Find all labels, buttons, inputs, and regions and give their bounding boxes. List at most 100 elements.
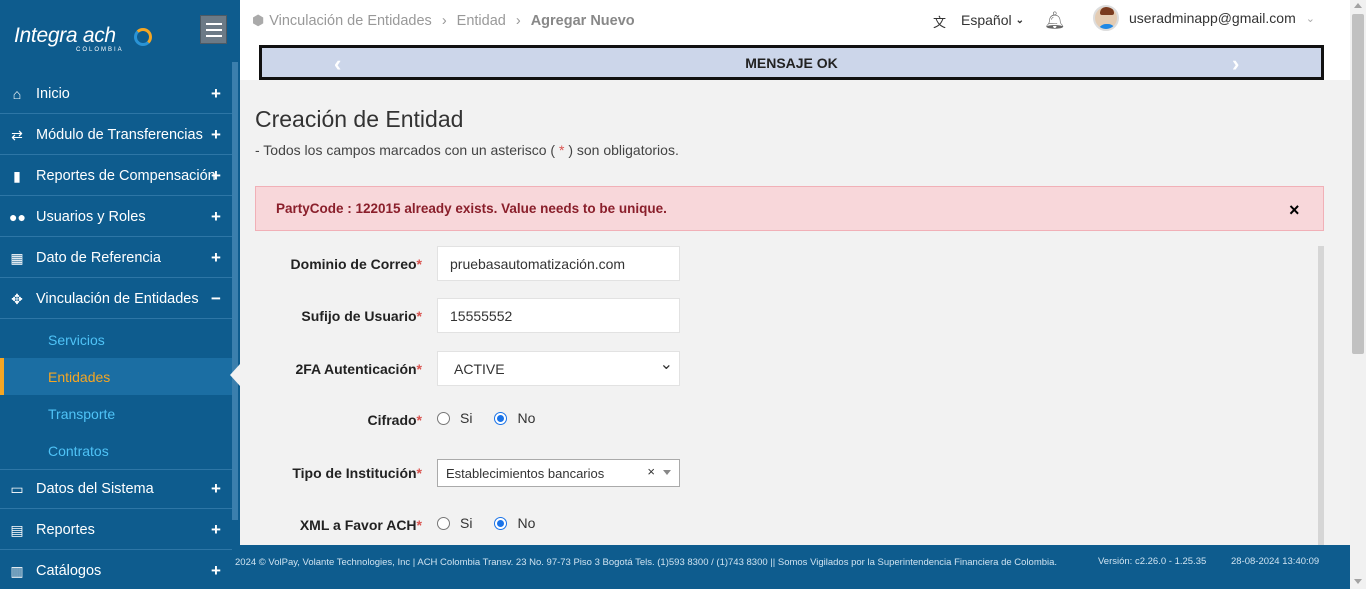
sidebar-scrollbar[interactable] [232,62,238,520]
sidebar-item-datos-sistema[interactable]: ▭ Datos del Sistema + [0,469,232,509]
header: ⬢ Vinculación de Entidades › Entidad › A… [240,0,1350,80]
user-suffix-input[interactable]: 15555552 [437,298,680,333]
logo-text: Integra ach [14,24,116,47]
translate-icon: 文 [933,15,947,30]
expand-icon[interactable]: + [211,561,221,581]
breadcrumb-separator: › [441,12,447,29]
notification-bell-icon[interactable]: 🔔︎ [1044,11,1066,31]
footer-datetime: 28-08-2024 13:40:09 [1231,556,1320,567]
cifrado-radio-si[interactable] [437,411,450,425]
expand-icon[interactable]: + [211,84,221,104]
sidebar-item-catalogos[interactable]: ▥ Catálogos + [0,551,232,589]
select-value: Establecimientos bancarios [446,465,605,481]
user-email: useradminapp@gmail.com [1129,10,1296,26]
sidebar-item-label: Inicio [36,85,70,102]
sidebar-subitem-entidades[interactable]: Entidades [0,358,232,395]
alert-message: PartyCode : 122015 already exists. Value… [276,201,667,216]
breadcrumb-item-current: Agregar Nuevo [530,12,635,29]
logo-swirl-icon [134,28,152,46]
close-icon[interactable]: × [1289,200,1300,221]
xml-radio-si[interactable] [437,516,450,530]
sidebar-item-label: Dato de Referencia [36,249,161,266]
language-selector[interactable]: 文 Español ⌄ [933,12,1024,30]
sidebar-item-transferencias[interactable]: ⇄ Módulo de Transferencias + [0,115,232,155]
sidebar-item-dato-referencia[interactable]: ▦ Dato de Referencia + [0,238,232,278]
subtitle-prefix: - Todos los campos marcados con un aster… [255,142,556,158]
dropdown-arrow-icon[interactable] [663,470,671,475]
sidebar-subitem-label: Entidades [48,368,111,385]
form-row-xml: XML a Favor ACH* Si No [255,507,1315,543]
hamburger-menu-icon[interactable] [200,15,227,44]
chevron-down-icon: ⌄ [1015,14,1024,26]
cifrado-radio-no[interactable] [494,411,508,425]
sidebar-item-label: Módulo de Transferencias [36,126,203,143]
scrollbar-thumb[interactable] [1352,14,1364,354]
expand-icon[interactable]: + [211,166,221,186]
subtitle-suffix: ) son obligatorios. [568,142,679,158]
footer: 2024 © VolPay, Volante Technologies, Inc… [232,545,1350,589]
sidebar-item-label: Vinculación de Entidades [36,290,199,307]
sidebar-item-label: Reportes de Compensación [36,167,216,184]
expand-icon[interactable]: + [211,207,221,227]
form-scrollbar[interactable] [1318,246,1324,545]
expand-icon[interactable]: + [211,248,221,268]
expand-icon[interactable]: + [211,520,221,540]
xml-radio-no[interactable] [494,516,508,530]
sidebar-subitem-label: Transporte [48,405,116,422]
field-label: Tipo de Institución* [292,465,422,481]
field-label: Cifrado* [367,412,422,428]
home-icon: ⌂ [12,85,22,102]
logo-subtext: COLOMBIA [76,47,124,53]
users-icon: ●● [9,208,26,225]
sidebar-subitem-label: Contratos [48,442,109,459]
sidebar-subitem-servicios[interactable]: Servicios [0,321,232,358]
prev-arrow-icon[interactable]: ‹ [334,51,341,77]
page-title: Creación de Entidad [255,106,464,132]
sidebar-subitem-transporte[interactable]: Transporte [0,395,232,432]
main-content: Creación de Entidad - Todos los campos m… [240,80,1350,545]
scroll-up-icon[interactable] [1354,3,1362,8]
cifrado-radio-group: Si No [437,410,557,426]
field-label: Sufijo de Usuario* [301,308,422,324]
sidebar-item-reportes-compensacion[interactable]: ▮ Reportes de Compensación + [0,156,232,196]
sidebar-subitem-contratos[interactable]: Contratos [0,432,232,469]
email-domain-input[interactable]: pruebasautomatización.com [437,246,680,281]
logo[interactable]: Integra ach COLOMBIA [14,24,154,56]
sidebar-item-label: Reportes [36,521,95,538]
next-arrow-icon[interactable]: › [1232,51,1239,77]
chevron-down-icon: ⌄ [1305,12,1315,25]
breadcrumb-item-vinculacion[interactable]: Vinculación de Entidades [269,13,432,29]
radio-label: No [517,515,536,531]
sidebar-item-vinculacion-entidades[interactable]: ✥ Vinculación de Entidades − [0,279,232,319]
radio-label: Si [460,515,473,531]
monitor-icon: ▭ [10,481,24,497]
sidebar-item-reportes[interactable]: ▤ Reportes + [0,510,232,550]
twofa-select[interactable]: ACTIVE [437,351,680,386]
breadcrumb-separator: › [515,12,521,29]
sidebar-item-usuarios-roles[interactable]: ●● Usuarios y Roles + [0,197,232,237]
report-icon: ▤ [10,521,24,538]
field-label: 2FA Autenticación* [295,361,422,377]
banner-text: MENSAJE OK [745,54,838,71]
file-icon: ▮ [13,167,21,184]
xml-radio-group: Si No [437,515,557,531]
footer-text: 2024 © VolPay, Volante Technologies, Inc… [235,557,1058,568]
scroll-down-icon[interactable] [1354,579,1362,584]
institution-type-select[interactable]: Establecimientos bancarios × [437,459,680,487]
radio-label: No [517,410,536,426]
catalog-icon: ▥ [10,563,24,579]
clear-icon[interactable]: × [647,464,655,479]
breadcrumb-icon: ⬢ [252,12,265,28]
footer-version: Versión: c2.26.0 - 1.25.35 [1098,556,1207,567]
radio-label: Si [460,410,473,426]
form-row-2fa: 2FA Autenticación* ACTIVE [255,351,1315,387]
sidebar-item-inicio[interactable]: ⌂ Inicio + [0,74,232,114]
page-subtitle: - Todos los campos marcados con un aster… [255,142,679,158]
language-label: Español [961,12,1012,28]
page-scrollbar[interactable] [1350,0,1366,589]
expand-icon[interactable]: + [211,125,221,145]
collapse-icon[interactable]: − [211,289,221,309]
breadcrumb-item-entidad[interactable]: Entidad [457,13,506,29]
expand-icon[interactable]: + [211,479,221,499]
user-menu[interactable]: useradminapp@gmail.com ⌄ [1093,5,1315,31]
